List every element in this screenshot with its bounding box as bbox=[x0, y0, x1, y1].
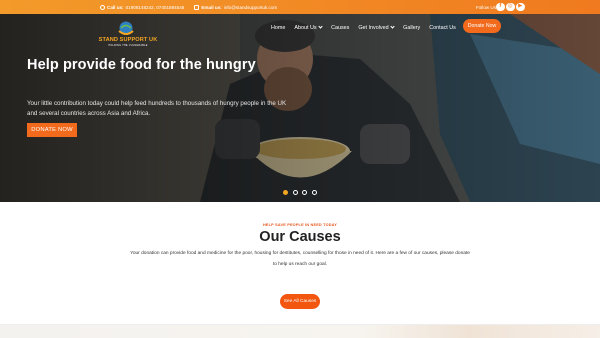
see-all-causes-button[interactable]: See All Causes bbox=[280, 294, 320, 309]
slide-dot[interactable] bbox=[311, 190, 317, 195]
nav-item-home[interactable]: Home bbox=[271, 25, 285, 31]
follow-us-label: Follow Us bbox=[475, 4, 496, 10]
nav-item-gallery[interactable]: Gallery bbox=[403, 25, 420, 31]
hero-slider: STAND SUPPORT UK HOLDING THE VULNERABLE … bbox=[0, 14, 600, 202]
hero-title: Help provide food for the hungry bbox=[27, 57, 256, 73]
nav-item-get-involved[interactable]: Get Involved bbox=[358, 24, 395, 31]
nav-label: Home bbox=[271, 24, 286, 31]
envelope-icon bbox=[194, 4, 200, 10]
nav-label: Get Involved bbox=[358, 24, 389, 31]
top-contact-bar: Call us: 01908148242, 07401884546 Email … bbox=[0, 0, 600, 14]
brand-tagline: HOLDING THE VULNERABLE bbox=[108, 44, 148, 47]
nav-label: Causes bbox=[331, 24, 350, 31]
hero-description: Your little contribution today could hel… bbox=[27, 100, 287, 117]
slider-pagination bbox=[283, 190, 317, 195]
slide-dot[interactable] bbox=[292, 190, 298, 195]
social-links: f ◎ ▶ bbox=[496, 2, 525, 11]
email-address: info@standsupportuk.com bbox=[223, 4, 278, 10]
nav-label: About Us bbox=[294, 24, 317, 31]
globe-hands-icon bbox=[118, 21, 134, 35]
slide-dot[interactable] bbox=[302, 190, 307, 195]
nav-item-about-us[interactable]: About Us bbox=[294, 24, 323, 31]
next-section-preview bbox=[0, 324, 600, 338]
causes-eyebrow: HELP SAVE PEOPLE IN NEED TODAY bbox=[262, 223, 337, 227]
causes-heading: Our Causes bbox=[259, 229, 341, 245]
call-numbers: 01908148242, 07401884546 bbox=[125, 4, 185, 10]
instagram-icon[interactable]: ◎ bbox=[506, 2, 515, 11]
brand-name: STAND SUPPORT UK bbox=[98, 37, 158, 43]
chevron-down-icon bbox=[318, 24, 323, 29]
email-info[interactable]: Email us: info@standsupportuk.com bbox=[194, 4, 278, 10]
slide-dot[interactable] bbox=[283, 190, 288, 195]
causes-description: Your donation can provide food and medic… bbox=[130, 251, 470, 267]
contact-info: Call us: 01908148242, 07401884546 Email … bbox=[100, 0, 277, 14]
main-nav: Home About Us Causes Get Involved Galler… bbox=[271, 23, 456, 32]
chevron-down-icon bbox=[390, 24, 395, 29]
nav-item-contact-us[interactable]: Contact Us bbox=[429, 25, 456, 31]
hero-donate-button[interactable]: DONATE NOW bbox=[27, 123, 77, 137]
facebook-icon[interactable]: f bbox=[496, 2, 505, 11]
nav-label: Gallery bbox=[403, 24, 421, 31]
phone-icon bbox=[100, 4, 105, 10]
donate-now-button[interactable]: Donate Now bbox=[463, 19, 501, 33]
email-label: Email us: bbox=[201, 4, 222, 10]
nav-label: Contact Us bbox=[429, 24, 456, 31]
call-label: Call us: bbox=[107, 4, 124, 10]
nav-item-causes[interactable]: Causes bbox=[331, 25, 349, 31]
youtube-icon[interactable]: ▶ bbox=[516, 2, 525, 11]
call-info[interactable]: Call us: 01908148242, 07401884546 bbox=[100, 4, 185, 10]
site-logo[interactable]: STAND SUPPORT UK HOLDING THE VULNERABLE bbox=[98, 20, 158, 52]
